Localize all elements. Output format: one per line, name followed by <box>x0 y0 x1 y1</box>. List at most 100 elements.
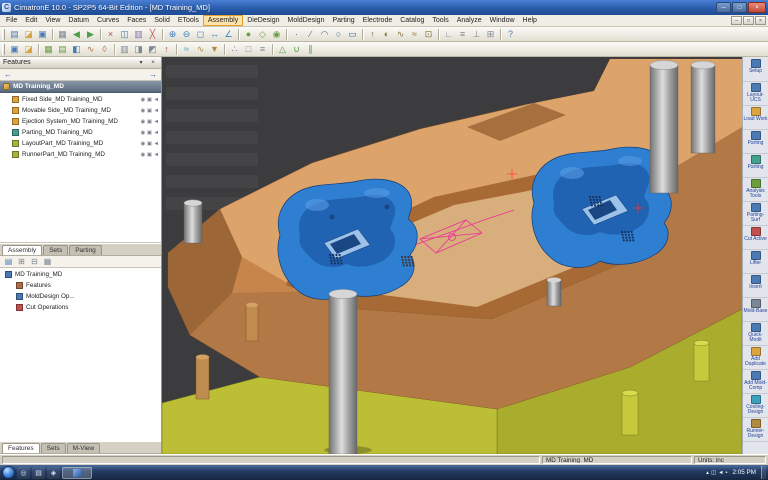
slider-icon[interactable]: ◨ <box>132 43 145 56</box>
tool-quick-modit[interactable]: Quick-Modit <box>743 322 768 346</box>
nav-back-icon[interactable]: ← <box>4 70 12 80</box>
locating-pin-left[interactable] <box>183 199 203 244</box>
tool-parting[interactable]: Parting <box>743 154 768 178</box>
tray-icon-1[interactable]: ◫ <box>711 470 716 476</box>
cooling-icon[interactable]: ≈ <box>180 43 193 56</box>
line-icon[interactable]: ∕ <box>304 28 317 41</box>
analyze-draft-icon[interactable]: △ <box>276 43 289 56</box>
toolbar-grip[interactable] <box>2 28 5 40</box>
save-file-icon[interactable]: ▣ <box>36 28 49 41</box>
guide-pillar-front[interactable] <box>328 289 358 454</box>
tree-item-ejection-system[interactable]: Ejection System_MD Training_MD ◉ ▣ ◄ <box>0 116 161 127</box>
menu-item-view[interactable]: View <box>41 15 64 26</box>
tool-add-mold-comp[interactable]: Add Mold-Comp <box>743 370 768 394</box>
bom-icon[interactable]: ≡ <box>256 43 269 56</box>
row-status-icons[interactable]: ◉ ▣ ◄ <box>141 119 160 125</box>
pan-icon[interactable]: ↔ <box>208 28 221 41</box>
tool-add-duplicate[interactable]: Add Duplicate <box>743 346 768 370</box>
tool-cooling-design[interactable]: Cooling-Design <box>743 394 768 418</box>
new-file-icon[interactable]: ▤ <box>8 28 21 41</box>
tree-root-item[interactable]: MD Training_MD <box>0 81 161 93</box>
tab-sets[interactable]: Sets <box>40 443 66 453</box>
tree-item-fixed-side[interactable]: Fixed Side_MD Training_MD ◉ ▣ ◄ <box>0 94 161 105</box>
tab-assembly[interactable]: Assembly <box>2 245 43 255</box>
ejector-icon[interactable]: ↑ <box>160 43 173 56</box>
tool-analysis-tools[interactable]: Analysis Tools <box>743 178 768 202</box>
menu-item-help[interactable]: Help <box>519 15 541 26</box>
mold-project-icon[interactable]: ▣ <box>8 43 21 56</box>
expand-all-icon[interactable]: ⊞ <box>16 256 27 267</box>
parting-surface-icon[interactable]: ◊ <box>98 43 111 56</box>
tree-item-runnerpart[interactable]: RunnerPart_MD Training_MD ◉ ▣ ◄ <box>0 149 161 160</box>
workpiece-icon[interactable]: ▦ <box>42 43 55 56</box>
undo-icon[interactable]: ◀ <box>70 28 83 41</box>
mdi-close-button[interactable]: × <box>755 16 766 25</box>
menu-item-parting[interactable]: Parting <box>328 15 358 26</box>
point-icon[interactable]: · <box>290 28 303 41</box>
wireframe-view-icon[interactable]: ◇ <box>256 28 269 41</box>
help-icon[interactable]: ? <box>504 28 517 41</box>
hide-show-icon[interactable]: ◉ <box>270 28 283 41</box>
mold-base-icon[interactable]: ▥ <box>118 43 131 56</box>
extrude-icon[interactable]: ↑ <box>366 28 379 41</box>
arc-icon[interactable]: ◠ <box>318 28 331 41</box>
sweep-icon[interactable]: ∿ <box>394 28 407 41</box>
runner-icon[interactable]: ∿ <box>194 43 207 56</box>
tab-sets[interactable]: Sets <box>43 245 69 255</box>
row-status-icons[interactable]: ◉ ▣ ◄ <box>141 141 160 147</box>
shaded-view-icon[interactable]: ● <box>242 28 255 41</box>
viewport-3d-scene[interactable] <box>162 57 742 454</box>
tray-icon-3[interactable]: ▪ <box>726 470 728 476</box>
measure-icon[interactable]: ∟ <box>442 28 455 41</box>
rectangle-icon[interactable]: ▭ <box>346 28 359 41</box>
data-import-icon[interactable]: ◪ <box>22 43 35 56</box>
open-file-icon[interactable]: ◪ <box>22 28 35 41</box>
show-desktop-button[interactable] <box>761 466 766 479</box>
collapse-all-icon[interactable]: ⊟ <box>29 256 40 267</box>
zoom-in-icon[interactable]: ⊕ <box>166 28 179 41</box>
tool-setup[interactable]: Setup <box>743 58 768 82</box>
tree-item-movable-side[interactable]: Movable Side_MD Training_MD ◉ ▣ ◄ <box>0 105 161 116</box>
print-icon[interactable]: ▦ <box>56 28 69 41</box>
menu-item-electrode[interactable]: Electrode <box>359 15 397 26</box>
analyze-thickness-icon[interactable]: ∥ <box>304 43 317 56</box>
revolve-icon[interactable]: ◐ <box>380 28 393 41</box>
tree2-item-md-training-md[interactable]: MD Training_MD <box>0 269 161 280</box>
gate-icon[interactable]: ▼ <box>208 43 221 56</box>
menu-item-edit[interactable]: Edit <box>21 15 41 26</box>
close-button[interactable]: × <box>748 2 766 13</box>
mdi-restore-button[interactable]: □ <box>743 16 754 25</box>
row-status-icons[interactable]: ◉ ▣ ◄ <box>141 152 160 158</box>
quick-launch-icon-0[interactable]: ◎ <box>17 466 30 479</box>
toolbar-grip[interactable] <box>2 43 5 55</box>
small-pin-mid[interactable] <box>546 277 562 307</box>
shell-icon[interactable]: ⊡ <box>422 28 435 41</box>
panel-pin-icon[interactable]: ▾ <box>136 59 146 66</box>
tree2-item-cut-operations[interactable]: Cut Operations <box>0 302 161 313</box>
menu-item-molddesign[interactable]: MoldDesign <box>284 15 329 26</box>
grid-icon[interactable]: ⊞ <box>484 28 497 41</box>
row-status-icons[interactable]: ◉ ▣ ◄ <box>141 97 160 103</box>
tool-runner-design[interactable]: Runner-Design <box>743 418 768 442</box>
menu-item-assembly[interactable]: Assembly <box>202 15 244 26</box>
guide-pillar-right[interactable] <box>649 60 679 194</box>
tray-icon-2[interactable]: ◄ <box>718 470 723 476</box>
menu-item-datum[interactable]: Datum <box>64 15 93 26</box>
menu-item-etools[interactable]: ETools <box>174 15 203 26</box>
tool-cut-active[interactable]: Cut Active <box>743 226 768 250</box>
tab-m-view[interactable]: M-View <box>66 443 101 453</box>
electrode-tool-icon[interactable]: ∴ <box>228 43 241 56</box>
menu-item-tools[interactable]: Tools <box>428 15 452 26</box>
menu-item-faces[interactable]: Faces <box>123 15 150 26</box>
parting-line-icon[interactable]: ∿ <box>84 43 97 56</box>
tree-filter-icon[interactable]: ▤ <box>3 256 14 267</box>
ucs-icon[interactable]: ⊥ <box>470 28 483 41</box>
viewport[interactable] <box>162 57 742 454</box>
minimize-button[interactable]: ─ <box>716 2 731 13</box>
circle-icon[interactable]: ○ <box>332 28 345 41</box>
row-status-icons[interactable]: ◉ ▣ ◄ <box>141 108 160 114</box>
tree-options-icon[interactable]: ▦ <box>42 256 53 267</box>
zoom-fit-icon[interactable]: ◻ <box>194 28 207 41</box>
tray-icon-0[interactable]: ▴ <box>706 470 709 476</box>
tree-item-parting[interactable]: Parting_MD Training_MD ◉ ▣ ◄ <box>0 127 161 138</box>
